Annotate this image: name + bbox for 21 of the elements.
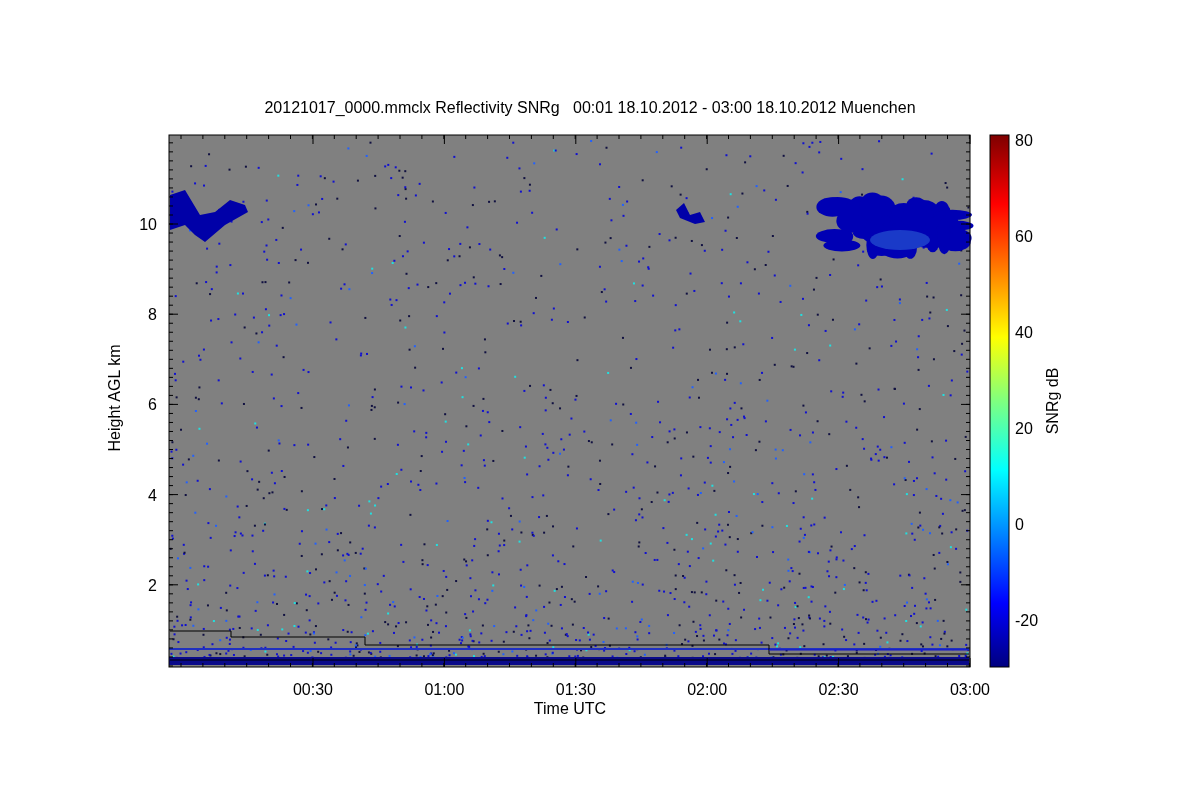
x-tick-label: 00:30	[293, 681, 333, 698]
colorbar-tick-label: 60	[1015, 228, 1033, 245]
x-tick-label: 02:00	[687, 681, 728, 698]
colorbar-tick-label: 0	[1015, 516, 1024, 533]
x-tick-label: 02:30	[818, 681, 859, 698]
y-tick-label: 10	[139, 216, 157, 233]
x-tick-label: 03:00	[950, 681, 990, 698]
y-tick-label: 6	[148, 396, 157, 414]
colorbar-tick-label: 20	[1015, 420, 1033, 437]
x-tick-label: 01:30	[555, 681, 596, 698]
x-axis-label: Time UTC	[533, 700, 607, 717]
colorbar-tick-label: -20	[1015, 612, 1039, 629]
x-tick-label: 01:00	[424, 681, 465, 698]
y-tick-label: 2	[148, 576, 157, 594]
y-tick-label: 4	[148, 486, 157, 504]
colorbar-label: SNRg dB	[1044, 367, 1061, 435]
colorbar-tick-label: 40	[1015, 324, 1033, 341]
colorbar-tick-label: 80	[1015, 132, 1033, 149]
y-axis-label: Height AGL km	[106, 344, 123, 452]
y-tick-label: 8	[148, 306, 157, 324]
chart-title: 20121017_0000.mmclx Reflectivity SNRg 00:01 18.10.2012 - 03:00 18.10.2012 Muenchen	[264, 99, 916, 116]
